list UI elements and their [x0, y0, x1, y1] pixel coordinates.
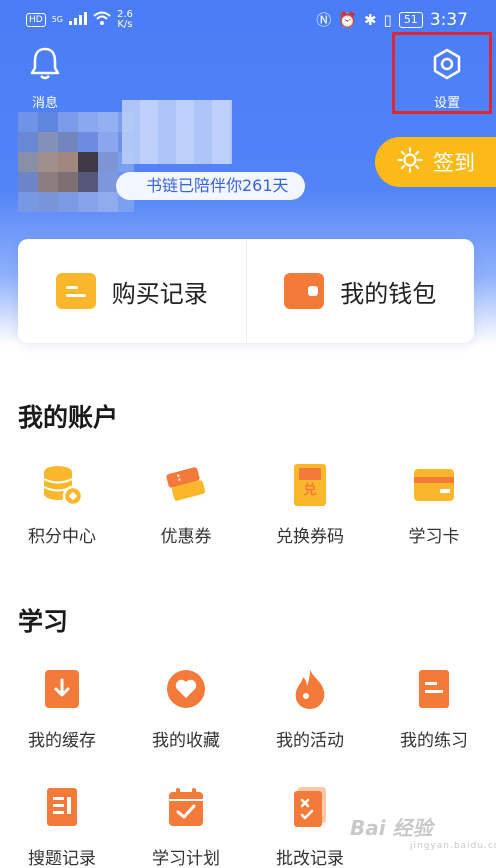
- my-activities-label: 我的活动: [276, 731, 344, 751]
- points-center-label: 积分中心: [28, 527, 96, 547]
- alarm-icon: ⏰: [338, 10, 357, 29]
- my-cache-label: 我的缓存: [28, 731, 96, 751]
- my-wallet-label: 我的钱包: [340, 279, 437, 308]
- vibrate-icon: ▯: [383, 10, 392, 29]
- nfc-icon: Ⓝ: [316, 11, 332, 29]
- redeem-code-item[interactable]: 兑 兑换券码: [248, 462, 372, 547]
- messages-button[interactable]: 消息: [22, 46, 68, 111]
- heart-icon: [161, 666, 211, 712]
- network-indicator: 5G: [51, 15, 63, 24]
- signin-button[interactable]: 签到: [375, 137, 496, 187]
- avatar[interactable]: [18, 112, 134, 212]
- redeem-code-label: 兑换券码: [276, 527, 344, 547]
- my-exercises-label: 我的练习: [400, 731, 468, 751]
- bluetooth-icon: ✱: [363, 10, 377, 29]
- settings-highlight-box: [392, 32, 492, 114]
- study-card-item[interactable]: 学习卡: [372, 462, 496, 547]
- coupon-item[interactable]: 优惠券: [124, 462, 248, 547]
- my-exercises-item[interactable]: 我的练习: [372, 666, 496, 751]
- study-card-label: 学习卡: [408, 527, 460, 547]
- bell-icon: [30, 46, 60, 84]
- search-records-label: 搜题记录: [28, 849, 96, 868]
- purchase-records-label: 购买记录: [111, 279, 208, 308]
- wallet-icon: [284, 273, 325, 309]
- study-grid-row-1: 我的缓存 我的收藏 我的活动 我的练习: [0, 666, 496, 751]
- quick-cards: 购买记录 我的钱包: [18, 239, 474, 343]
- hd-indicator: HD: [26, 13, 46, 27]
- points-center-item[interactable]: 积分中心: [0, 462, 124, 547]
- watermark-brand: Bai 经验: [350, 816, 433, 840]
- account-grid: 积分中心 优惠券 兑 兑换券码 学习卡: [0, 462, 496, 547]
- battery-indicator: 51: [398, 11, 423, 28]
- messages-label: 消息: [31, 96, 58, 111]
- clock: 3:37: [429, 9, 468, 30]
- sun-icon: [397, 146, 423, 178]
- my-wallet-card[interactable]: 我的钱包: [247, 239, 475, 343]
- search-record-icon: [37, 784, 87, 830]
- username-blurred: [122, 100, 232, 164]
- redeem-code-icon: 兑: [285, 462, 335, 508]
- svg-text:兑: 兑: [303, 482, 316, 498]
- study-section-title: 学习: [18, 607, 69, 636]
- coins-icon: [37, 462, 87, 508]
- coupon-icon: [161, 462, 211, 508]
- watermark: Bai 经验 jingyan.baidu.com: [350, 812, 496, 851]
- signin-label: 签到: [433, 151, 475, 175]
- wifi-icon: [93, 11, 111, 29]
- signal-icon: [69, 11, 87, 29]
- watermark-url: jingyan.baidu.com: [410, 841, 496, 851]
- purchase-records-card[interactable]: 购买记录: [18, 239, 246, 343]
- study-card-icon: [409, 462, 459, 508]
- my-activities-item[interactable]: 我的活动: [248, 666, 372, 751]
- search-records-item[interactable]: 搜题记录: [0, 784, 124, 868]
- my-favorites-label: 我的收藏: [152, 731, 220, 751]
- receipt-icon: [55, 273, 96, 309]
- study-plan-item[interactable]: 学习计划: [124, 784, 248, 868]
- coupon-label: 优惠券: [160, 527, 212, 547]
- study-plan-label: 学习计划: [152, 849, 220, 868]
- download-icon: [37, 666, 87, 712]
- network-speed: 2.6 K/s: [117, 9, 133, 30]
- correction-records-label: 批改记录: [276, 849, 344, 868]
- plan-icon: [161, 784, 211, 830]
- my-favorites-item[interactable]: 我的收藏: [124, 666, 248, 751]
- exercise-icon: [409, 666, 459, 712]
- flame-icon: [285, 666, 335, 712]
- companion-days-pill: 书链已陪伴你261天: [116, 172, 305, 200]
- account-section-title: 我的账户: [18, 403, 119, 432]
- my-cache-item[interactable]: 我的缓存: [0, 666, 124, 751]
- correction-icon: [285, 784, 335, 830]
